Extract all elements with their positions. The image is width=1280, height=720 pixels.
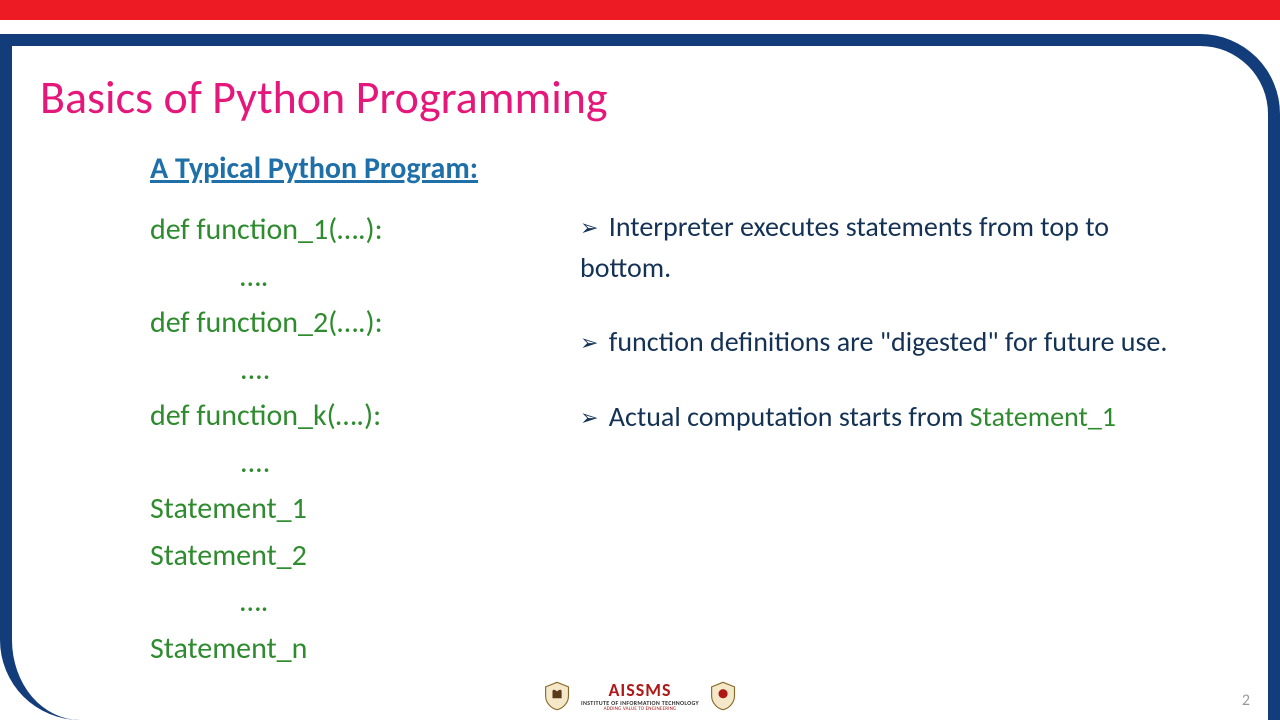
top-accent-bar	[0, 0, 1280, 20]
bullet-item: ➢ function definitions are "digested" fo…	[580, 322, 1180, 363]
code-line: def function_1(….):	[150, 207, 570, 254]
slide-content: Basics of Python Programming A Typical P…	[0, 20, 1280, 720]
explanation-column: ➢ Interpreter executes statements from t…	[570, 207, 1240, 672]
logo-text-block: AISSMS INSTITUTE OF INFORMATION TECHNOLO…	[581, 681, 699, 712]
footer-logo: AISSMS INSTITUTE OF INFORMATION TECHNOLO…	[543, 680, 737, 712]
slide-title: Basics of Python Programming	[40, 70, 1240, 126]
bullet-item: ➢ Actual computation starts from Stateme…	[580, 397, 1180, 438]
logo-sub-text: INSTITUTE OF INFORMATION TECHNOLOGY	[581, 700, 699, 706]
bullet-text: function definitions are "digested" for …	[609, 324, 1168, 359]
code-line: Statement_n	[150, 626, 570, 673]
two-column-layout: def function_1(….): …. def function_2(….…	[150, 207, 1240, 672]
chevron-right-icon: ➢	[580, 327, 598, 359]
logo-tagline: ADDING VALUE TO ENGINEERING	[581, 707, 699, 712]
logo-main-text: AISSMS	[581, 681, 699, 699]
code-line: ….	[150, 254, 570, 301]
crest-right-icon	[709, 680, 737, 712]
code-line: ….	[150, 579, 570, 626]
slide-area: Basics of Python Programming A Typical P…	[0, 20, 1280, 720]
code-line: Statement_2	[150, 533, 570, 580]
bullet-text: Actual computation starts from	[609, 399, 970, 434]
chevron-right-icon: ➢	[580, 402, 598, 434]
page-number: 2	[1242, 691, 1250, 710]
chevron-right-icon: ➢	[580, 212, 598, 244]
crest-left-icon	[543, 680, 571, 712]
bullet-text: Interpreter executes statements from top…	[580, 209, 1109, 285]
bullet-highlight: Statement_1	[970, 399, 1116, 434]
slide-subtitle: A Typical Python Program:	[150, 150, 1240, 187]
code-line: ....	[150, 440, 570, 487]
code-line: ....	[150, 347, 570, 394]
code-line: Statement_1	[150, 486, 570, 533]
code-column: def function_1(….): …. def function_2(….…	[150, 207, 570, 672]
code-line: def function_k(….):	[150, 393, 570, 440]
code-line: def function_2(….):	[150, 300, 570, 347]
bullet-item: ➢ Interpreter executes statements from t…	[580, 207, 1180, 288]
